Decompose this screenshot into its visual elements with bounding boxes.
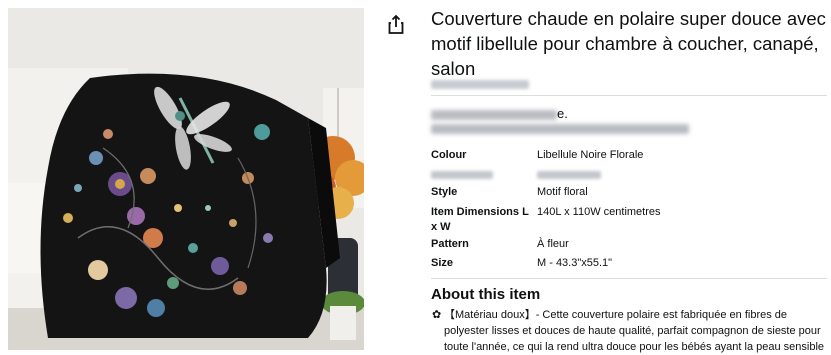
blanket-illustration xyxy=(8,8,364,350)
spec-value-redacted xyxy=(537,171,601,179)
about-list: ✿ 【Matériau doux】- Cette couverture pola… xyxy=(431,307,831,355)
redacted-line-1 xyxy=(431,110,557,120)
divider-bottom xyxy=(431,278,827,279)
share-icon xyxy=(388,14,404,34)
spec-label: Item Dimensions L x W xyxy=(431,206,529,233)
spec-label: Style xyxy=(431,186,458,198)
about-item: ✿ 【Matériau doux】- Cette couverture pola… xyxy=(431,307,831,355)
redacted-line-1-suffix: e. xyxy=(557,106,568,121)
spec-label-redacted xyxy=(431,171,493,179)
product-title: Couverture chaude en polaire super douce… xyxy=(431,8,826,79)
spec-value: 140L x 110W centimetres xyxy=(537,206,661,218)
product-image[interactable] xyxy=(8,8,364,350)
spec-label: Colour xyxy=(431,149,467,161)
redacted-line-2 xyxy=(431,124,689,134)
spec-label: Pattern xyxy=(431,238,469,250)
about-item-text: 【Matériau doux】- Cette couverture polair… xyxy=(444,309,825,353)
spec-value: À fleur xyxy=(537,238,569,250)
share-button[interactable] xyxy=(386,14,406,36)
spec-label: Size xyxy=(431,257,454,269)
spec-value: M - 43.3"x55.1" xyxy=(537,257,613,269)
about-heading: About this item xyxy=(431,286,541,303)
spec-value: Libellule Noire Florale xyxy=(537,149,644,161)
divider-top xyxy=(431,95,827,96)
store-link-redacted[interactable] xyxy=(431,80,529,89)
spec-value: Motif floral xyxy=(537,186,588,198)
flower-bullet-icon: ✿ xyxy=(432,309,442,321)
